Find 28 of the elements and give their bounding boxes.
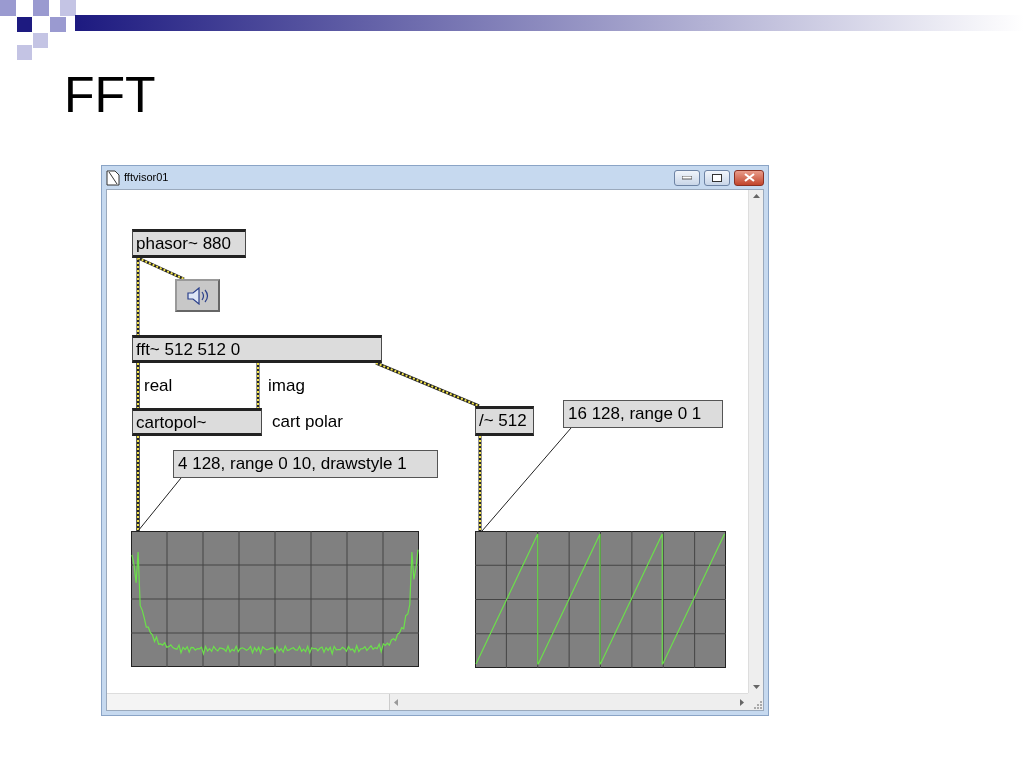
object-box[interactable]: phasor~ 880 bbox=[132, 229, 246, 258]
resize-grip-icon[interactable] bbox=[754, 701, 763, 710]
close-button[interactable] bbox=[734, 169, 764, 186]
comment-label: imag bbox=[268, 377, 305, 394]
speaker-icon bbox=[185, 286, 210, 305]
patch-cord bbox=[256, 362, 260, 409]
scroll-up-icon[interactable] bbox=[752, 194, 760, 198]
leader-line bbox=[137, 477, 182, 532]
scroll-right-icon[interactable] bbox=[740, 698, 744, 706]
window-title: fftvisor01 bbox=[124, 170, 169, 186]
scrollbar-thumb[interactable] bbox=[107, 694, 390, 710]
scroll-down-icon[interactable] bbox=[752, 685, 760, 689]
document-icon bbox=[106, 169, 120, 186]
object-box[interactable]: /~ 512 bbox=[475, 406, 534, 436]
audio-toggle-button[interactable] bbox=[175, 279, 220, 312]
comment-label: real bbox=[144, 377, 173, 394]
maximize-button[interactable] bbox=[704, 169, 730, 186]
restore-icon bbox=[712, 173, 722, 182]
horizontal-scrollbar[interactable] bbox=[107, 693, 748, 710]
object-box[interactable]: cartopol~ bbox=[132, 408, 262, 436]
slide-title: FFT bbox=[64, 70, 157, 120]
close-icon bbox=[743, 173, 755, 182]
message-box[interactable]: 16 128, range 0 1 bbox=[563, 400, 723, 428]
vertical-scrollbar[interactable] bbox=[748, 190, 763, 693]
message-box[interactable]: 4 128, range 0 10, drawstyle 1 bbox=[173, 450, 438, 478]
object-box[interactable]: fft~ 512 512 0 bbox=[132, 335, 382, 363]
comment-label: cart polar bbox=[272, 413, 343, 430]
minimize-icon bbox=[682, 175, 692, 180]
